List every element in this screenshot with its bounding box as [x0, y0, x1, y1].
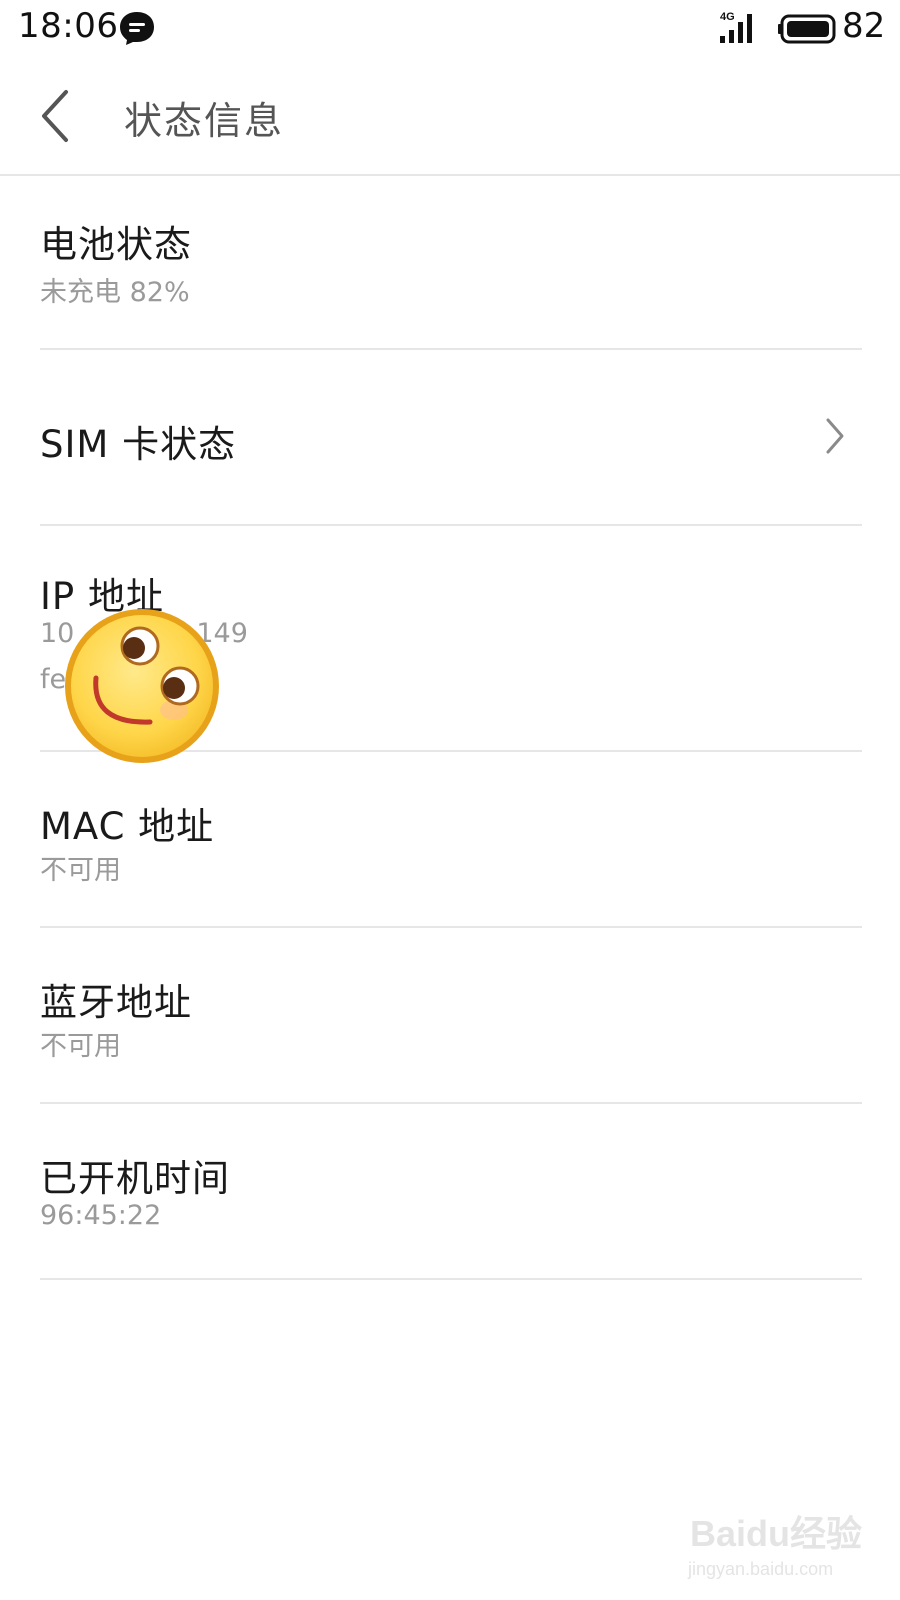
smiley-face-sticker-icon	[65, 609, 219, 763]
row-title: 蓝牙地址	[40, 981, 192, 1024]
row-title: SIM 卡状态	[40, 423, 237, 466]
status-time: 18:06	[18, 6, 119, 46]
battery-status-row[interactable]: 电池状态 未充电 82%	[40, 174, 862, 350]
app-header: 状态信息	[0, 60, 900, 176]
page-title: 状态信息	[124, 99, 285, 143]
row-subtitle: 不可用	[40, 1031, 121, 1062]
row-subtitle: 96:45:22	[40, 1200, 162, 1231]
watermark-url: jingyan.baidu.com	[688, 1559, 834, 1579]
row-title: 电池状态	[40, 223, 192, 266]
sim-status-row[interactable]: SIM 卡状态	[40, 350, 862, 526]
chevron-right-icon	[826, 418, 844, 454]
row-subtitle: 不可用	[40, 855, 121, 886]
uptime-row[interactable]: 已开机时间 96:45:22	[40, 1104, 862, 1280]
battery-icon	[778, 14, 836, 44]
network-type: 4G	[720, 11, 735, 23]
baidu-jingyan-watermark: Baidu经验 jingyan.baidu.com	[688, 1505, 870, 1585]
mac-address-row[interactable]: MAC 地址 不可用	[40, 752, 862, 928]
row-subtitle: 未充电 82%	[40, 277, 190, 308]
bluetooth-address-row[interactable]: 蓝牙地址 不可用	[40, 928, 862, 1104]
watermark-brand: Baidu经验	[690, 1513, 863, 1554]
chevron-left-icon[interactable]	[30, 84, 90, 148]
row-title: 已开机时间	[40, 1157, 230, 1200]
row-title: MAC 地址	[40, 805, 215, 848]
chat-bubble-icon	[120, 12, 154, 45]
status-bar: 18:06 4G 82	[0, 0, 900, 60]
signal-bars-icon: 4G	[720, 11, 752, 43]
battery-level: 82	[842, 6, 886, 46]
